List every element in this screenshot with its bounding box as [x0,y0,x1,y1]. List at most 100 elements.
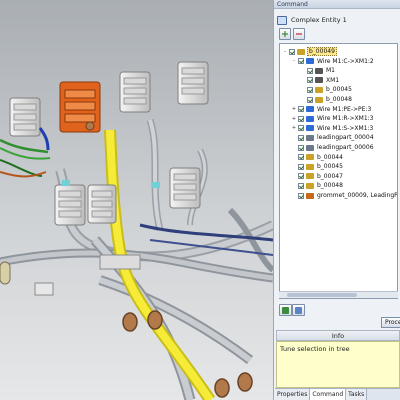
tree-row[interactable]: - b_00049 [282,47,337,56]
tree-item-label: Wire M1:S->XM1:3 [317,124,374,132]
tree-item-label: b_00049 [307,47,337,56]
tree-expander[interactable]: + [291,125,297,131]
entity-label: Complex Entity 1 [291,16,347,24]
entity-tree[interactable]: - b_00049- Wire M1:C->XM1:2 M1 XM1 b_00045 b_0… [279,43,398,299]
wire-icon [306,58,314,65]
tab-tasks[interactable]: Tasks [346,389,368,400]
add-to-tree-button[interactable] [279,28,291,40]
tree-checkbox[interactable] [298,115,304,122]
add-icon [282,31,288,37]
tree-checkbox[interactable] [298,125,304,132]
tree-row[interactable]: b_00048 [291,181,344,190]
pencil-icon [297,48,305,55]
tree-row[interactable]: b_00047 [291,172,344,181]
tree-checkbox[interactable] [298,154,304,161]
wire-icon [306,106,314,113]
tree-checkbox[interactable] [298,134,304,141]
tree-row[interactable]: leadingpart_00006 [291,143,375,152]
connector-orange-highlighted [59,81,101,133]
tree-expander [300,97,306,103]
pencil-icon [306,182,314,189]
tree-row[interactable]: - Wire M1:C->XM1:2 [291,57,375,66]
tree-expander [291,154,297,160]
tree-item-label: leadingpart_00006 [317,144,374,151]
tree-expander [291,145,297,151]
tree-row[interactable]: grommet_00009, LeadingPath:b [291,191,398,200]
connector-top-right [177,61,209,105]
connector-top-center [119,71,151,113]
tree-row[interactable]: leadingpart_00004 [291,133,375,142]
tree-checkbox[interactable] [298,144,304,151]
tree-expander[interactable]: + [291,106,297,112]
tab-command[interactable]: Command [310,389,347,400]
tree-item-label: Wire M1:R->XM1:3 [317,115,374,123]
tree-row[interactable]: b_00045 [291,162,344,171]
pencil-icon [306,154,314,161]
pencil-icon [315,86,323,93]
tree-expander [300,77,306,83]
tree-checkbox[interactable] [307,86,313,93]
wire-icon [306,115,314,122]
connector-mid-right [169,167,201,209]
harness-scene [0,0,273,400]
tree-row[interactable]: + Wire M1:R->XM1:3 [291,114,374,123]
connector-top-left [9,97,41,137]
proceed-button[interactable]: Proce [381,317,400,328]
tree-row[interactable]: M1 [300,66,336,75]
hook-icon [306,134,314,141]
tree-item-label: b_00044 [317,153,343,161]
tree-row[interactable]: b_00044 [291,153,344,162]
tree-expander[interactable]: - [291,58,297,64]
tab-properties[interactable]: Properties [275,389,311,400]
tree-expander [291,164,297,170]
tree-expander [291,135,297,141]
tree-checkbox[interactable] [307,77,313,84]
tree-checkbox[interactable] [298,192,304,199]
tree-horizontal-scrollbar[interactable] [279,291,398,298]
pencil-icon [306,173,314,180]
tree-item-label: b_00048 [317,182,343,190]
grommet-icon [306,192,314,199]
tree-item-label: XM1 [326,76,340,84]
tree-item-label: b_00047 [317,172,343,180]
tree-checkbox[interactable] [289,48,295,55]
tree-item-label: b_00048 [326,96,352,103]
remove-icon [296,33,302,35]
scrollbar-thumb[interactable] [287,293,357,297]
tree-row[interactable]: + Wire M1:PE->PE:3 [291,105,372,114]
hook-icon [306,144,314,151]
tree-row[interactable]: b_00045 [300,85,353,94]
tree-checkbox[interactable] [307,96,313,103]
tree-checkbox[interactable] [307,67,313,74]
connector-mid-center [87,184,117,224]
tree-checkbox[interactable] [298,182,304,189]
tree-item-label: grommet_00009, LeadingPath:b [317,192,398,199]
accept-selection-button[interactable] [279,304,292,316]
tree-expander[interactable]: - [282,49,288,55]
panel-tabs: Properties Command Tasks [275,388,400,400]
connector-mid-left [54,184,86,226]
tree-item-label: Wire M1:PE->PE:3 [317,105,372,113]
filter-selection-button[interactable] [292,304,305,316]
3d-viewport[interactable] [0,0,273,400]
pencil-icon [315,96,323,103]
tree-checkbox[interactable] [298,173,304,180]
tree-item-label: Wire M1:C->XM1:2 [317,57,374,65]
complex-entity-icon [277,15,287,25]
tree-expander[interactable]: + [291,116,297,122]
tree-row[interactable]: + Wire M1:S->XM1:3 [291,124,374,133]
tree-checkbox[interactable] [298,106,304,113]
part-icon [315,77,323,84]
tree-checkbox[interactable] [298,163,304,170]
tree-expander [300,68,306,74]
tree-item-label: leadingpart_00004 [317,134,374,142]
tree-row[interactable]: XM1 [300,76,340,85]
part-icon [315,67,323,74]
tree-row[interactable]: b_00048 [300,95,353,104]
entity-row[interactable]: Complex Entity 1 [277,14,398,26]
tree-checkbox[interactable] [298,58,304,65]
tree-item-label: b_00045 [326,86,352,94]
remove-from-tree-button[interactable] [293,28,305,40]
wire-icon [306,125,314,132]
panel-title: Command [274,0,400,9]
